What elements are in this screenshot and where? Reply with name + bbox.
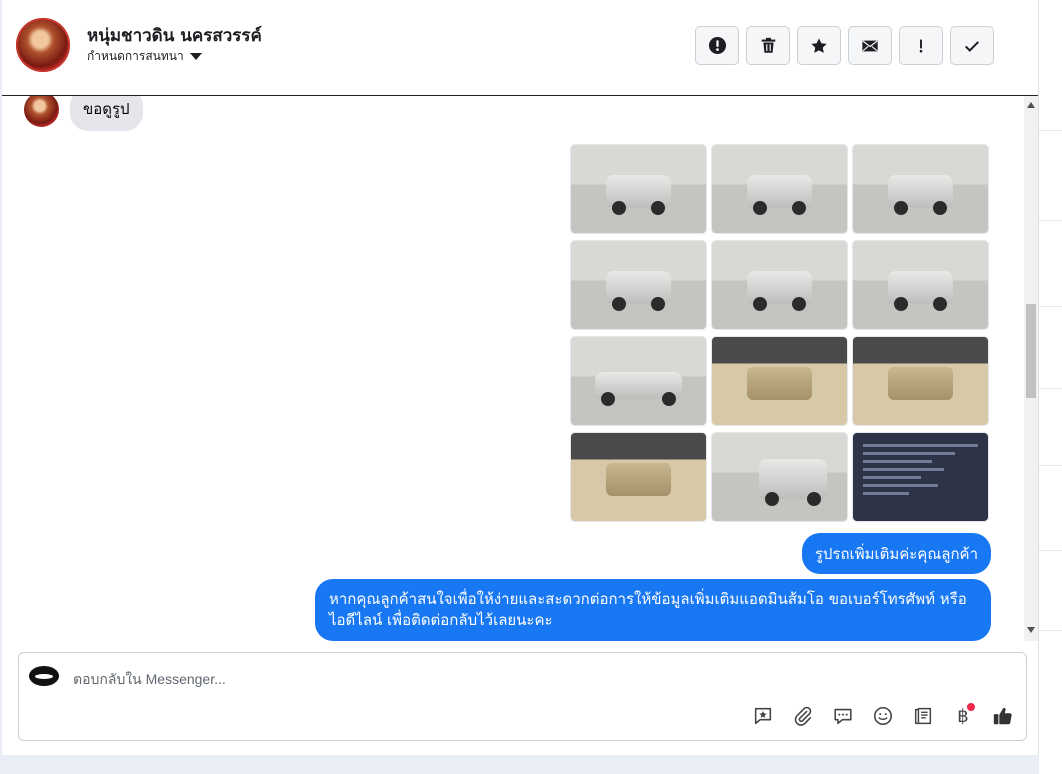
- scroll-thumb[interactable]: [1026, 304, 1036, 398]
- gallery-photo[interactable]: [711, 336, 848, 426]
- notification-dot: [967, 703, 975, 711]
- attachment-icon[interactable]: [790, 703, 816, 729]
- incoming-message: ขอดูรูป: [70, 96, 143, 131]
- right-panel-edge: [1039, 0, 1062, 774]
- notes-icon[interactable]: [910, 703, 936, 729]
- assign-conversation-dropdown[interactable]: กำหนดการสนทนา: [87, 47, 202, 66]
- scroll-down-arrow-icon[interactable]: [1027, 627, 1035, 633]
- photo-gallery: [570, 144, 991, 522]
- gallery-photo[interactable]: [711, 432, 848, 522]
- conversation-header: หนุ่มชาวดิน นครสวรรค์ กำหนดการสนทนา: [2, 0, 1038, 96]
- gallery-photo[interactable]: [852, 144, 989, 234]
- follow-up-button[interactable]: [899, 26, 943, 65]
- thread-scrollbar[interactable]: [1024, 96, 1038, 641]
- gallery-photo[interactable]: [711, 240, 848, 330]
- alert-circle-icon: [707, 36, 727, 56]
- star-icon: [809, 36, 829, 56]
- composer-tools: ฿: [750, 703, 1016, 729]
- reply-input[interactable]: [71, 667, 715, 691]
- message-thread: ขอดูรูป รูปรถเพิ่มเติมค่ะคุณลูกค้า หากคุ…: [2, 96, 1024, 641]
- gallery-photo[interactable]: [570, 144, 707, 234]
- reply-composer: ฿: [18, 652, 1027, 741]
- mark-done-button[interactable]: [950, 26, 994, 65]
- saved-reply-icon[interactable]: [750, 703, 776, 729]
- gallery-photo[interactable]: [570, 336, 707, 426]
- gallery-photo[interactable]: [711, 144, 848, 234]
- delete-button[interactable]: [746, 26, 790, 65]
- outgoing-message: รูปรถเพิ่มเติมค่ะคุณลูกค้า: [801, 533, 991, 574]
- mark-unread-button[interactable]: [848, 26, 892, 65]
- gallery-photo[interactable]: [570, 240, 707, 330]
- page-avatar-icon: [29, 666, 59, 686]
- exclamation-icon: [911, 36, 931, 56]
- gallery-photo[interactable]: [852, 240, 989, 330]
- caret-down-icon: [189, 53, 202, 60]
- header-actions: [695, 26, 994, 65]
- scroll-up-arrow-icon[interactable]: [1027, 102, 1035, 108]
- spam-button[interactable]: [695, 26, 739, 65]
- gallery-photo[interactable]: [570, 432, 707, 522]
- conversation-panel: หนุ่มชาวดิน นครสวรรค์ กำหนดการสนทนา ขอดู…: [2, 0, 1039, 755]
- chat-bubble-icon[interactable]: [830, 703, 856, 729]
- contact-avatar[interactable]: [16, 18, 70, 72]
- envelope-icon: [860, 36, 880, 56]
- baht-icon[interactable]: ฿: [950, 703, 976, 729]
- outgoing-message: หากคุณลูกค้าสนใจเพื่อให้ง่ายและสะดวกต่อก…: [315, 579, 991, 641]
- gallery-photo[interactable]: [852, 336, 989, 426]
- emoji-icon[interactable]: [870, 703, 896, 729]
- sender-avatar: [24, 96, 59, 127]
- trash-icon: [758, 36, 778, 56]
- contact-name[interactable]: หนุ่มชาวดิน นครสวรรค์: [87, 22, 262, 49]
- gallery-photo[interactable]: [852, 432, 989, 522]
- assign-label: กำหนดการสนทนา: [87, 49, 184, 63]
- thumbs-up-icon[interactable]: [990, 703, 1016, 729]
- star-button[interactable]: [797, 26, 841, 65]
- checkmark-icon: [962, 36, 982, 56]
